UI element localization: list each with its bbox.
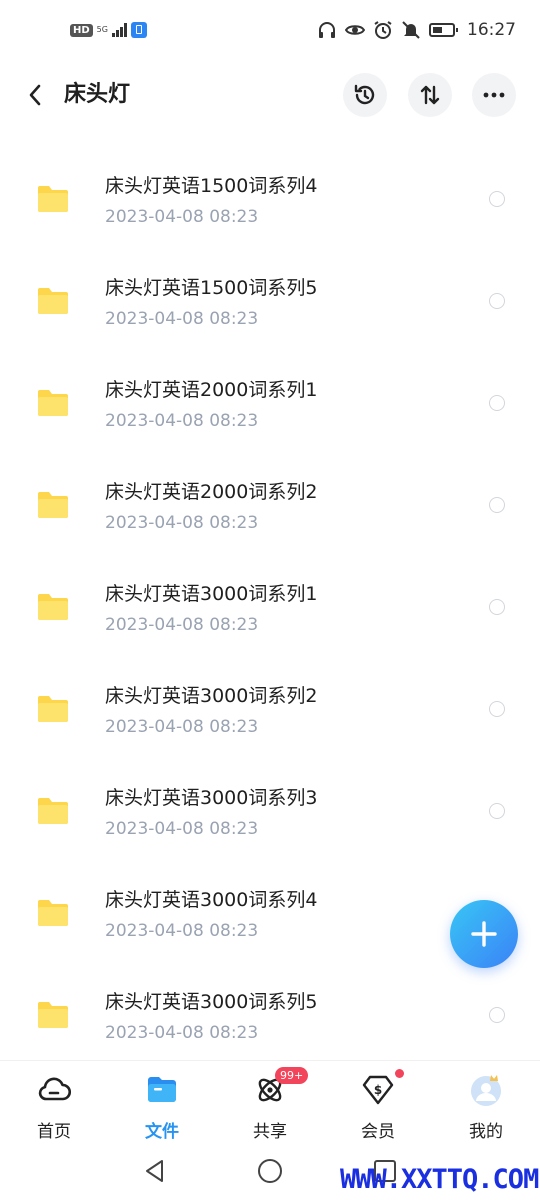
file-date: 2023-04-08 08:23 bbox=[105, 819, 259, 839]
mute-bell-icon bbox=[402, 21, 420, 39]
vip-badge-dot bbox=[395, 1069, 404, 1078]
file-name: 床头灯英语2000词系列2 bbox=[105, 481, 318, 503]
select-radio[interactable] bbox=[489, 395, 505, 411]
select-radio[interactable] bbox=[489, 1007, 505, 1023]
back-icon bbox=[29, 84, 41, 106]
system-home-icon[interactable] bbox=[255, 1156, 285, 1186]
notification-app-icon bbox=[130, 22, 147, 38]
sort-button[interactable] bbox=[408, 73, 452, 117]
list-item[interactable]: 床头灯英语3000词系列1 2023-04-08 08:23 bbox=[0, 556, 540, 658]
back-button[interactable] bbox=[20, 80, 50, 110]
folder-icon bbox=[38, 1002, 68, 1028]
clock: 16:27 bbox=[467, 20, 516, 40]
vip-diamond-icon: $ bbox=[362, 1075, 394, 1105]
folder-icon bbox=[38, 288, 68, 314]
svg-text:$: $ bbox=[374, 1083, 382, 1097]
nav-label: 共享 bbox=[253, 1122, 287, 1142]
folder-icon bbox=[38, 492, 68, 518]
nav-item-me[interactable]: 我的 bbox=[441, 1061, 531, 1143]
file-name: 床头灯英语1500词系列5 bbox=[105, 277, 318, 299]
network-type: 5G bbox=[96, 25, 108, 34]
nav-label: 我的 bbox=[469, 1122, 503, 1142]
folder-icon bbox=[38, 900, 68, 926]
nav-item-home[interactable]: 首页 bbox=[9, 1061, 99, 1143]
select-radio[interactable] bbox=[489, 191, 505, 207]
more-icon bbox=[483, 92, 505, 98]
alarm-icon bbox=[374, 21, 392, 39]
list-item[interactable]: 床头灯英语1500词系列5 2023-04-08 08:23 bbox=[0, 250, 540, 352]
list-item[interactable]: 床头灯英语3000词系列2 2023-04-08 08:23 bbox=[0, 658, 540, 760]
file-date: 2023-04-08 08:23 bbox=[105, 309, 259, 329]
list-item[interactable]: 床头灯英语3000词系列5 2023-04-08 08:23 bbox=[0, 964, 540, 1066]
signal-icon bbox=[111, 23, 127, 37]
add-button[interactable] bbox=[450, 900, 518, 968]
headphones-icon bbox=[319, 22, 335, 38]
plus-icon bbox=[471, 921, 497, 947]
system-back-icon[interactable] bbox=[140, 1156, 170, 1186]
file-date: 2023-04-08 08:23 bbox=[105, 513, 259, 533]
file-date: 2023-04-08 08:23 bbox=[105, 615, 259, 635]
list-item[interactable]: 床头灯英语3000词系列3 2023-04-08 08:23 bbox=[0, 760, 540, 862]
folder-icon bbox=[38, 186, 68, 212]
file-name: 床头灯英语3000词系列3 bbox=[105, 787, 318, 809]
share-badge: 99+ bbox=[275, 1067, 309, 1084]
page-title: 床头灯 bbox=[64, 82, 131, 107]
watermark: WWW.XXTTQ.COM bbox=[340, 1164, 539, 1195]
select-radio[interactable] bbox=[489, 497, 505, 513]
file-name: 床头灯英语1500词系列4 bbox=[105, 175, 318, 197]
file-name: 床头灯英语2000词系列1 bbox=[105, 379, 318, 401]
list-item[interactable]: 床头灯英语2000词系列2 2023-04-08 08:23 bbox=[0, 454, 540, 556]
file-date: 2023-04-08 08:23 bbox=[105, 717, 259, 737]
folder-icon bbox=[38, 594, 68, 620]
nav-label: 会员 bbox=[361, 1122, 395, 1142]
eye-icon bbox=[345, 25, 365, 35]
file-name: 床头灯英语3000词系列2 bbox=[105, 685, 318, 707]
cloud-home-icon bbox=[38, 1077, 71, 1101]
select-radio[interactable] bbox=[489, 293, 505, 309]
status-bar: HD 5G 16:27 bbox=[0, 0, 540, 64]
file-name: 床头灯英语3000词系列4 bbox=[105, 889, 318, 911]
nav-item-files[interactable]: 文件 bbox=[117, 1061, 207, 1143]
nav-label: 首页 bbox=[37, 1122, 71, 1142]
sort-icon bbox=[420, 85, 440, 105]
file-date: 2023-04-08 08:23 bbox=[105, 1023, 259, 1043]
folder-icon bbox=[38, 798, 68, 824]
file-date: 2023-04-08 08:23 bbox=[105, 207, 259, 227]
nav-item-vip[interactable]: $ 会员 bbox=[333, 1061, 423, 1143]
hd-indicator: HD bbox=[70, 23, 93, 37]
list-item[interactable]: 床头灯英语2000词系列1 2023-04-08 08:23 bbox=[0, 352, 540, 454]
avatar-icon bbox=[471, 1075, 501, 1106]
history-icon bbox=[354, 84, 375, 105]
file-name: 床头灯英语3000词系列5 bbox=[105, 991, 318, 1013]
file-name: 床头灯英语3000词系列1 bbox=[105, 583, 318, 605]
battery-icon bbox=[429, 23, 458, 37]
select-radio[interactable] bbox=[489, 803, 505, 819]
file-date: 2023-04-08 08:23 bbox=[105, 921, 259, 941]
list-item[interactable]: 床头灯英语1500词系列4 2023-04-08 08:23 bbox=[0, 148, 540, 250]
more-button[interactable] bbox=[472, 73, 516, 117]
header: 床头灯 bbox=[0, 70, 540, 120]
file-date: 2023-04-08 08:23 bbox=[105, 411, 259, 431]
select-radio[interactable] bbox=[489, 701, 505, 717]
nav-item-share[interactable]: 99+ 共享 bbox=[225, 1061, 315, 1143]
nav-label: 文件 bbox=[145, 1122, 179, 1142]
select-radio[interactable] bbox=[489, 599, 505, 615]
folder-icon bbox=[38, 390, 68, 416]
bottom-nav: 首页 文件 99+ 共享 $ 会员 我的 bbox=[0, 1060, 540, 1143]
folder-icon bbox=[148, 1077, 176, 1102]
history-button[interactable] bbox=[343, 73, 387, 117]
folder-icon bbox=[38, 696, 68, 722]
